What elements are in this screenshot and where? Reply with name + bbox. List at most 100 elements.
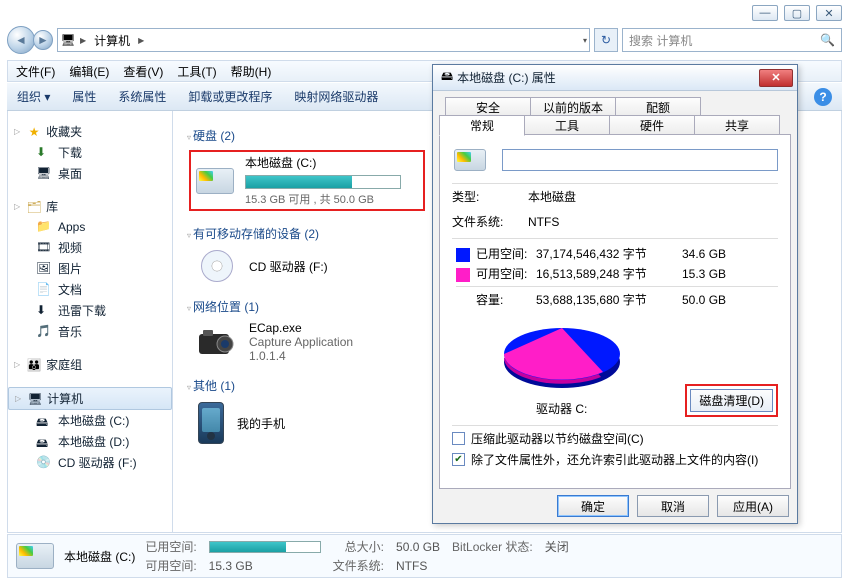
phone-icon — [195, 400, 227, 446]
drive-free-text: 15.3 GB 可用 , 共 50.0 GB — [245, 191, 421, 207]
ecap-version: 1.0.1.4 — [249, 349, 353, 363]
tab-tools[interactable]: 工具 — [524, 115, 610, 136]
cancel-button[interactable]: 取消 — [637, 495, 709, 517]
capacity-label: 容量: — [456, 291, 536, 308]
sidebar-item-music[interactable]: 🎵音乐 — [8, 321, 172, 342]
used-swatch-icon — [456, 248, 470, 262]
tab-hardware[interactable]: 硬件 — [609, 115, 695, 136]
sidebar-favorites-header[interactable]: ▷ ★收藏夹 — [8, 121, 172, 142]
disk-usage-pie-chart — [493, 314, 631, 396]
disk-cleanup-highlight: 磁盘清理(D) — [685, 384, 778, 417]
sidebar-label: 收藏夹 — [46, 123, 82, 140]
cd-icon: 💿 — [36, 455, 52, 471]
cmd-map-drive[interactable]: 映射网络驱动器 — [294, 88, 378, 105]
tab-panel-general: 类型:本地磁盘 文件系统:NTFS 已用空间:37,174,546,432 字节… — [439, 134, 791, 489]
expand-icon: ▷ — [14, 202, 20, 211]
sidebar-item-documents[interactable]: 📄文档 — [8, 279, 172, 300]
my-phone-label: 我的手机 — [237, 415, 285, 432]
menu-edit[interactable]: 编辑(E) — [69, 63, 109, 80]
sidebar-item-label: 桌面 — [58, 165, 82, 182]
ok-button[interactable]: 确定 — [557, 495, 629, 517]
sidebar-item-label: 迅雷下载 — [58, 302, 106, 319]
sidebar-item-label: 本地磁盘 (D:) — [58, 433, 129, 450]
drive-label-input[interactable] — [502, 149, 778, 171]
help-icon[interactable]: ? — [814, 88, 832, 106]
menu-view[interactable]: 查看(V) — [123, 63, 163, 80]
sidebar-label: 家庭组 — [46, 356, 82, 373]
sidebar-libraries-header[interactable]: ▷🗂库 — [8, 196, 172, 217]
cd-icon — [195, 248, 239, 284]
sidebar-item-videos[interactable]: 🎞视频 — [8, 237, 172, 258]
sidebar-item-drive-f[interactable]: 💿CD 驱动器 (F:) — [8, 452, 172, 473]
sidebar-homegroup-header[interactable]: ▷👪家庭组 — [8, 354, 172, 375]
window-minimize-button[interactable]: — — [752, 5, 778, 21]
drive-c-item[interactable]: 本地磁盘 (C:) 15.3 GB 可用 , 共 50.0 GB — [189, 150, 425, 211]
menu-help[interactable]: 帮助(H) — [231, 63, 272, 80]
cmd-properties[interactable]: 属性 — [72, 88, 96, 105]
breadcrumb-sep-icon: ▶ — [80, 36, 86, 45]
status-drive-name: 本地磁盘 (C:) — [64, 548, 135, 565]
ecap-name: ECap.exe — [249, 321, 353, 335]
compress-checkbox-row[interactable]: 压缩此驱动器以节约磁盘空间(C) — [452, 430, 778, 447]
download-icon: ⬇ — [36, 303, 52, 319]
apply-button[interactable]: 应用(A) — [717, 495, 789, 517]
status-total-value: 50.0 GB — [396, 540, 440, 554]
drive-icon — [193, 161, 237, 201]
sidebar-item-drive-c[interactable]: 🖴本地磁盘 (C:) — [8, 410, 172, 431]
tab-sharing[interactable]: 共享 — [694, 115, 780, 136]
expand-icon: ▷ — [14, 127, 20, 136]
drive-usage-bar — [245, 175, 401, 189]
search-input[interactable]: 搜索 计算机 🔍 — [622, 28, 842, 52]
type-label: 类型: — [452, 188, 514, 205]
used-human: 34.6 GB — [682, 247, 742, 261]
sidebar-item-label: 视频 — [58, 239, 82, 256]
sidebar-label: 库 — [46, 198, 58, 215]
breadcrumb-computer[interactable]: 计算机 — [90, 32, 134, 49]
free-human: 15.3 GB — [682, 267, 742, 281]
used-bytes: 37,174,546,432 字节 — [536, 245, 682, 262]
ecap-desc: Capture Application — [249, 335, 353, 349]
checkbox-icon: ✔ — [452, 453, 465, 466]
status-fs-value: NTFS — [396, 559, 440, 573]
cmd-organize[interactable]: 组织 ▾ — [17, 88, 50, 105]
nav-bar: ◄ ► 🖥 ▶ 计算机 ▶ ▾ ↻ 搜索 计算机 🔍 — [7, 25, 842, 55]
type-value: 本地磁盘 — [528, 188, 576, 205]
search-icon: 🔍 — [820, 33, 835, 47]
status-bitlocker-value: 关闭 — [545, 538, 569, 555]
fs-label: 文件系统: — [452, 213, 514, 230]
sidebar: ▷ ★收藏夹 ⬇下载 🖥桌面 ▷🗂库 📁Apps 🎞视频 🖼图片 📄文档 ⬇ 迅雷下… — [8, 111, 173, 532]
nav-forward-button[interactable]: ► — [33, 30, 53, 50]
sidebar-computer-header[interactable]: ▷🖥计算机 — [8, 387, 172, 410]
nav-back-button[interactable]: ◄ — [7, 26, 35, 54]
drive-icon: 🖴 — [36, 434, 52, 450]
menu-file[interactable]: 文件(F) — [16, 63, 55, 80]
tab-general[interactable]: 常规 — [439, 115, 525, 136]
sidebar-item-apps[interactable]: 📁Apps — [8, 217, 172, 237]
menu-tools[interactable]: 工具(T) — [177, 63, 216, 80]
address-dropdown-icon[interactable]: ▾ — [583, 36, 587, 45]
cmd-uninstall[interactable]: 卸载或更改程序 — [188, 88, 272, 105]
cmd-system-properties[interactable]: 系统属性 — [118, 88, 166, 105]
drive-icon — [452, 145, 488, 175]
dialog-titlebar[interactable]: 🖴 本地磁盘 (C:) 属性 ✕ — [433, 65, 797, 91]
sidebar-item-label: Apps — [58, 220, 85, 234]
search-placeholder: 搜索 计算机 — [629, 32, 692, 49]
index-checkbox-row[interactable]: ✔除了文件属性外，还允许索引此驱动器上文件的内容(I) — [452, 451, 778, 468]
window-maximize-button[interactable]: ▢ — [784, 5, 810, 21]
sidebar-item-drive-d[interactable]: 🖴 本地磁盘 (D:) — [8, 431, 172, 452]
disk-cleanup-button[interactable]: 磁盘清理(D) — [690, 389, 773, 412]
sidebar-item-desktop[interactable]: 🖥桌面 — [8, 163, 172, 184]
sidebar-item-xunlei[interactable]: ⬇ 迅雷下载 — [8, 300, 172, 321]
drive-name: 本地磁盘 (C:) — [245, 154, 421, 173]
sidebar-item-downloads[interactable]: ⬇下载 — [8, 142, 172, 163]
window-close-button[interactable]: ✕ — [816, 5, 842, 21]
sidebar-item-label: 下载 — [58, 144, 82, 161]
refresh-button[interactable]: ↻ — [594, 28, 618, 52]
fs-value: NTFS — [528, 215, 559, 229]
sidebar-item-pictures[interactable]: 🖼图片 — [8, 258, 172, 279]
star-icon: ★ — [26, 124, 42, 140]
address-bar[interactable]: 🖥 ▶ 计算机 ▶ ▾ — [57, 28, 590, 52]
dialog-close-button[interactable]: ✕ — [759, 69, 793, 87]
expand-icon: ▷ — [14, 360, 20, 369]
sidebar-item-label: 文档 — [58, 281, 82, 298]
